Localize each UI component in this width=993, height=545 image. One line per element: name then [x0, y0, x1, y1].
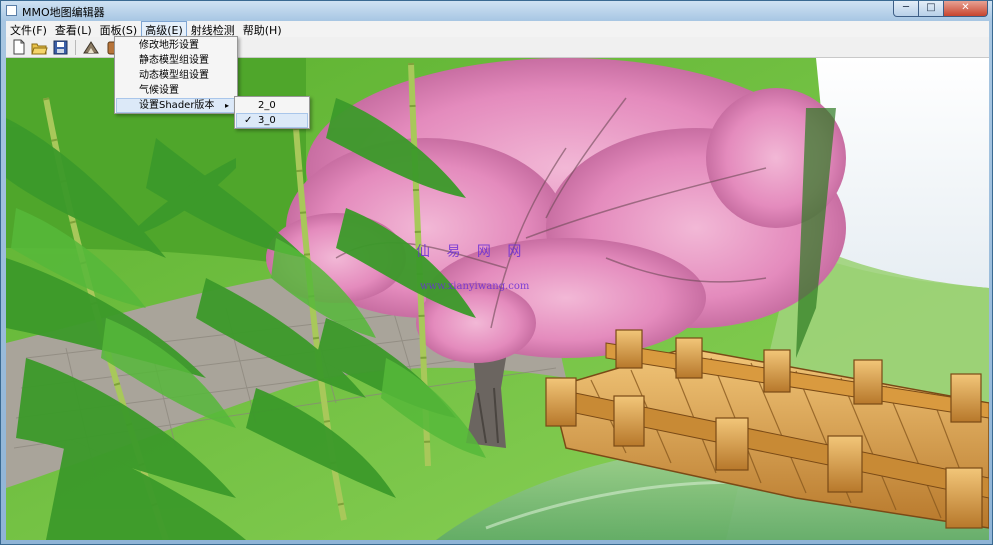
menu-raycast[interactable]: 射线检测 [187, 21, 239, 37]
maximize-button[interactable]: □ [919, 1, 944, 17]
minimize-button[interactable]: ─ [893, 1, 919, 17]
menu-item-shader-version[interactable]: 设置Shader版本 ▸ [116, 98, 236, 113]
menu-panel[interactable]: 面板(S) [96, 21, 142, 37]
terrain-icon [82, 41, 99, 54]
toolbar-separator [75, 39, 76, 55]
watermark-url: www.xianyiwang.com [420, 281, 530, 292]
menu-view[interactable]: 查看(L) [51, 21, 96, 37]
menu-help[interactable]: 帮助(H) [239, 21, 286, 37]
open-folder-button[interactable] [30, 39, 49, 56]
menu-advanced[interactable]: 高级(E) [141, 21, 187, 37]
shader-version-label: 设置Shader版本 [139, 100, 215, 111]
scene-render [6, 58, 989, 540]
menu-item-climate-settings[interactable]: 气候设置 [116, 83, 236, 98]
menu-bar: 文件(F) 查看(L) 面板(S) 高级(E) 射线检测 帮助(H) [6, 21, 989, 37]
new-file-icon [13, 39, 24, 55]
menu-file[interactable]: 文件(F) [6, 21, 51, 37]
shader-option-3-0-label: 3_0 [258, 115, 276, 126]
terrain-button[interactable] [81, 39, 100, 56]
close-button[interactable]: ✕ [944, 1, 988, 17]
shader-version-submenu: 2_0 ✓ 3_0 [234, 96, 310, 129]
checkmark-icon: ✓ [244, 115, 253, 126]
window-title: MMO地图编辑器 [22, 6, 105, 19]
app-icon [6, 5, 17, 16]
save-button[interactable] [51, 39, 70, 56]
window-controls: ─ □ ✕ [893, 1, 988, 17]
submenu-arrow-icon: ▸ [224, 101, 229, 110]
save-disk-icon [53, 40, 68, 54]
menu-item-static-model-settings[interactable]: 静态模型组设置 [116, 53, 236, 68]
watermark-title: 仙 易 网 网 [416, 244, 528, 260]
advanced-menu-dropdown: 修改地形设置 静态模型组设置 动态模型组设置 气候设置 设置Shader版本 ▸ [114, 36, 238, 114]
editor-window: MMO地图编辑器 ─ □ ✕ 文件(F) 查看(L) 面板(S) 高级(E) 射… [0, 0, 993, 545]
menu-item-terrain-settings[interactable]: 修改地形设置 [116, 38, 236, 53]
open-folder-icon [31, 43, 48, 54]
shader-option-3-0[interactable]: ✓ 3_0 [236, 113, 308, 128]
menu-item-dynamic-model-settings[interactable]: 动态模型组设置 [116, 68, 236, 83]
shader-option-2-0[interactable]: 2_0 [236, 98, 308, 113]
scene-viewport[interactable]: 仙 易 网 网 www.xianyiwang.com [6, 58, 989, 540]
new-file-button[interactable] [9, 39, 28, 56]
title-bar[interactable]: MMO地图编辑器 ─ □ ✕ [1, 1, 992, 21]
